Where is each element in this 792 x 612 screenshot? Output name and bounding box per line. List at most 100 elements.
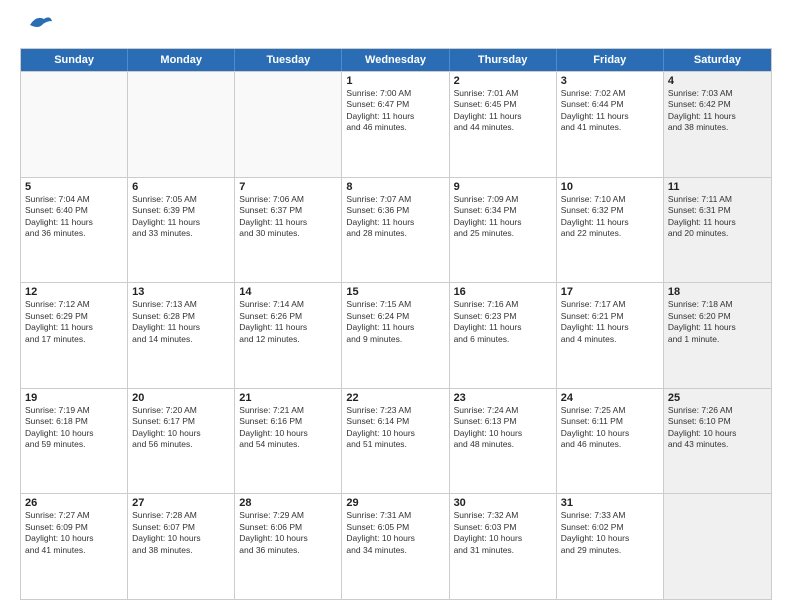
cal-cell-r1-c0: 5Sunrise: 7:04 AM Sunset: 6:40 PM Daylig… [21,178,128,283]
day-number: 9 [454,181,552,193]
day-number: 7 [239,181,337,193]
calendar-body: 1Sunrise: 7:00 AM Sunset: 6:47 PM Daylig… [21,71,771,599]
day-number: 25 [668,392,767,404]
day-info: Sunrise: 7:12 AM Sunset: 6:29 PM Dayligh… [25,299,123,345]
cal-cell-r2-c2: 14Sunrise: 7:14 AM Sunset: 6:26 PM Dayli… [235,283,342,388]
day-number: 19 [25,392,123,404]
logo [20,18,54,40]
weekday-header-thursday: Thursday [450,49,557,71]
day-info: Sunrise: 7:27 AM Sunset: 6:09 PM Dayligh… [25,510,123,556]
day-number: 3 [561,75,659,87]
day-info: Sunrise: 7:26 AM Sunset: 6:10 PM Dayligh… [668,405,767,451]
cal-cell-r0-c2 [235,72,342,177]
cal-cell-r4-c4: 30Sunrise: 7:32 AM Sunset: 6:03 PM Dayli… [450,494,557,599]
day-info: Sunrise: 7:03 AM Sunset: 6:42 PM Dayligh… [668,88,767,134]
cal-cell-r1-c3: 8Sunrise: 7:07 AM Sunset: 6:36 PM Daylig… [342,178,449,283]
day-number: 28 [239,497,337,509]
cal-cell-r1-c5: 10Sunrise: 7:10 AM Sunset: 6:32 PM Dayli… [557,178,664,283]
cal-cell-r2-c6: 18Sunrise: 7:18 AM Sunset: 6:20 PM Dayli… [664,283,771,388]
day-info: Sunrise: 7:16 AM Sunset: 6:23 PM Dayligh… [454,299,552,345]
cal-row-2: 12Sunrise: 7:12 AM Sunset: 6:29 PM Dayli… [21,282,771,388]
cal-cell-r2-c1: 13Sunrise: 7:13 AM Sunset: 6:28 PM Dayli… [128,283,235,388]
day-info: Sunrise: 7:19 AM Sunset: 6:18 PM Dayligh… [25,405,123,451]
cal-cell-r4-c2: 28Sunrise: 7:29 AM Sunset: 6:06 PM Dayli… [235,494,342,599]
weekday-header-wednesday: Wednesday [342,49,449,71]
day-info: Sunrise: 7:32 AM Sunset: 6:03 PM Dayligh… [454,510,552,556]
day-number: 24 [561,392,659,404]
day-number: 5 [25,181,123,193]
day-info: Sunrise: 7:00 AM Sunset: 6:47 PM Dayligh… [346,88,444,134]
cal-cell-r1-c1: 6Sunrise: 7:05 AM Sunset: 6:39 PM Daylig… [128,178,235,283]
day-info: Sunrise: 7:18 AM Sunset: 6:20 PM Dayligh… [668,299,767,345]
day-number: 18 [668,286,767,298]
cal-cell-r4-c3: 29Sunrise: 7:31 AM Sunset: 6:05 PM Dayli… [342,494,449,599]
cal-cell-r0-c0 [21,72,128,177]
weekday-header-saturday: Saturday [664,49,771,71]
weekday-header-tuesday: Tuesday [235,49,342,71]
day-number: 2 [454,75,552,87]
page: SundayMondayTuesdayWednesdayThursdayFrid… [0,0,792,612]
cal-cell-r0-c1 [128,72,235,177]
weekday-header-monday: Monday [128,49,235,71]
day-info: Sunrise: 7:17 AM Sunset: 6:21 PM Dayligh… [561,299,659,345]
cal-cell-r3-c5: 24Sunrise: 7:25 AM Sunset: 6:11 PM Dayli… [557,389,664,494]
cal-cell-r2-c3: 15Sunrise: 7:15 AM Sunset: 6:24 PM Dayli… [342,283,449,388]
day-info: Sunrise: 7:20 AM Sunset: 6:17 PM Dayligh… [132,405,230,451]
day-info: Sunrise: 7:01 AM Sunset: 6:45 PM Dayligh… [454,88,552,134]
cal-cell-r0-c3: 1Sunrise: 7:00 AM Sunset: 6:47 PM Daylig… [342,72,449,177]
cal-cell-r2-c4: 16Sunrise: 7:16 AM Sunset: 6:23 PM Dayli… [450,283,557,388]
day-info: Sunrise: 7:15 AM Sunset: 6:24 PM Dayligh… [346,299,444,345]
day-info: Sunrise: 7:02 AM Sunset: 6:44 PM Dayligh… [561,88,659,134]
cal-cell-r4-c1: 27Sunrise: 7:28 AM Sunset: 6:07 PM Dayli… [128,494,235,599]
cal-cell-r4-c6 [664,494,771,599]
cal-cell-r2-c0: 12Sunrise: 7:12 AM Sunset: 6:29 PM Dayli… [21,283,128,388]
day-number: 20 [132,392,230,404]
day-number: 1 [346,75,444,87]
cal-cell-r3-c4: 23Sunrise: 7:24 AM Sunset: 6:13 PM Dayli… [450,389,557,494]
cal-cell-r0-c6: 4Sunrise: 7:03 AM Sunset: 6:42 PM Daylig… [664,72,771,177]
cal-cell-r3-c6: 25Sunrise: 7:26 AM Sunset: 6:10 PM Dayli… [664,389,771,494]
day-number: 12 [25,286,123,298]
weekday-header-friday: Friday [557,49,664,71]
day-number: 11 [668,181,767,193]
day-info: Sunrise: 7:13 AM Sunset: 6:28 PM Dayligh… [132,299,230,345]
day-info: Sunrise: 7:10 AM Sunset: 6:32 PM Dayligh… [561,194,659,240]
day-info: Sunrise: 7:14 AM Sunset: 6:26 PM Dayligh… [239,299,337,345]
day-number: 16 [454,286,552,298]
day-info: Sunrise: 7:11 AM Sunset: 6:31 PM Dayligh… [668,194,767,240]
day-info: Sunrise: 7:23 AM Sunset: 6:14 PM Dayligh… [346,405,444,451]
cal-cell-r1-c2: 7Sunrise: 7:06 AM Sunset: 6:37 PM Daylig… [235,178,342,283]
cal-cell-r3-c3: 22Sunrise: 7:23 AM Sunset: 6:14 PM Dayli… [342,389,449,494]
day-info: Sunrise: 7:33 AM Sunset: 6:02 PM Dayligh… [561,510,659,556]
cal-row-3: 19Sunrise: 7:19 AM Sunset: 6:18 PM Dayli… [21,388,771,494]
calendar: SundayMondayTuesdayWednesdayThursdayFrid… [20,48,772,600]
cal-cell-r0-c5: 3Sunrise: 7:02 AM Sunset: 6:44 PM Daylig… [557,72,664,177]
cal-cell-r3-c2: 21Sunrise: 7:21 AM Sunset: 6:16 PM Dayli… [235,389,342,494]
day-number: 30 [454,497,552,509]
day-info: Sunrise: 7:09 AM Sunset: 6:34 PM Dayligh… [454,194,552,240]
day-number: 14 [239,286,337,298]
cal-cell-r2-c5: 17Sunrise: 7:17 AM Sunset: 6:21 PM Dayli… [557,283,664,388]
day-number: 31 [561,497,659,509]
calendar-header: SundayMondayTuesdayWednesdayThursdayFrid… [21,49,771,71]
day-number: 8 [346,181,444,193]
day-number: 23 [454,392,552,404]
day-info: Sunrise: 7:05 AM Sunset: 6:39 PM Dayligh… [132,194,230,240]
day-info: Sunrise: 7:29 AM Sunset: 6:06 PM Dayligh… [239,510,337,556]
cal-cell-r1-c6: 11Sunrise: 7:11 AM Sunset: 6:31 PM Dayli… [664,178,771,283]
weekday-header-sunday: Sunday [21,49,128,71]
day-number: 22 [346,392,444,404]
day-number: 13 [132,286,230,298]
day-number: 27 [132,497,230,509]
cal-cell-r0-c4: 2Sunrise: 7:01 AM Sunset: 6:45 PM Daylig… [450,72,557,177]
day-info: Sunrise: 7:06 AM Sunset: 6:37 PM Dayligh… [239,194,337,240]
cal-cell-r3-c1: 20Sunrise: 7:20 AM Sunset: 6:17 PM Dayli… [128,389,235,494]
cal-row-4: 26Sunrise: 7:27 AM Sunset: 6:09 PM Dayli… [21,493,771,599]
day-info: Sunrise: 7:25 AM Sunset: 6:11 PM Dayligh… [561,405,659,451]
day-info: Sunrise: 7:28 AM Sunset: 6:07 PM Dayligh… [132,510,230,556]
day-number: 4 [668,75,767,87]
day-number: 26 [25,497,123,509]
day-info: Sunrise: 7:24 AM Sunset: 6:13 PM Dayligh… [454,405,552,451]
cal-cell-r4-c5: 31Sunrise: 7:33 AM Sunset: 6:02 PM Dayli… [557,494,664,599]
header [20,18,772,40]
